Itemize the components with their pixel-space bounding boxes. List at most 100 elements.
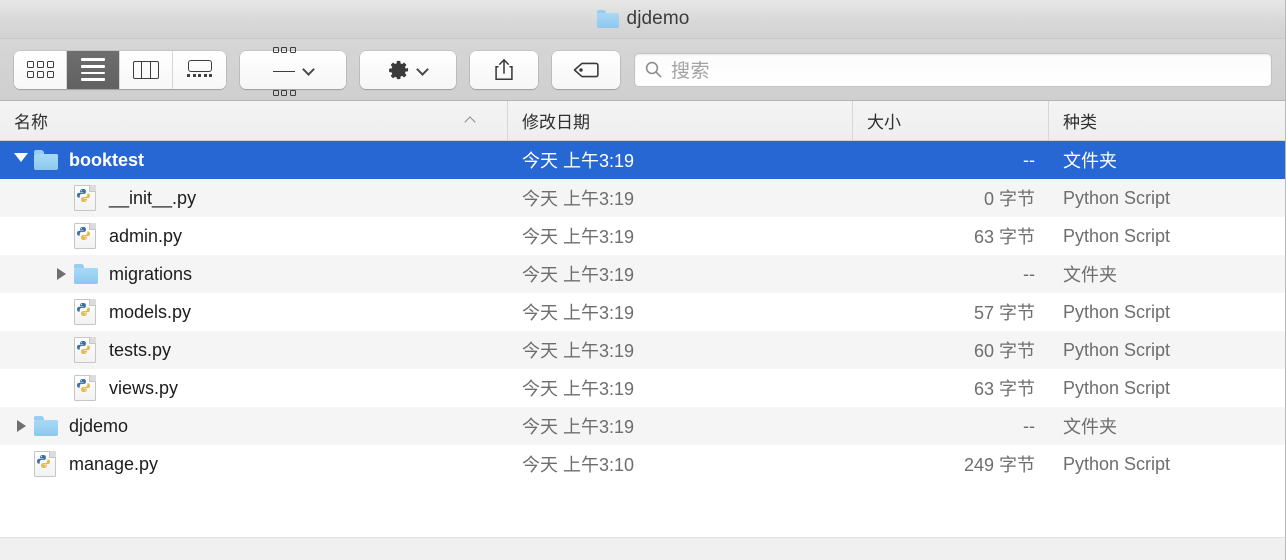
table-row[interactable]: __init__.py 今天 上午3:19 0 字节 Python Script — [0, 179, 1286, 217]
table-row[interactable]: booktest 今天 上午3:19 -- 文件夹 — [0, 141, 1286, 179]
python-file-icon — [74, 337, 96, 363]
file-size-cell: 60 字节 — [973, 341, 1035, 361]
file-name-cell: __init__.py — [0, 179, 508, 217]
folder-icon — [74, 264, 98, 284]
file-name-cell: manage.py — [0, 445, 508, 483]
file-kind-cell: 文件夹 — [1063, 151, 1117, 171]
table-row[interactable]: views.py 今天 上午3:19 63 字节 Python Script — [0, 369, 1286, 407]
folder-icon — [34, 416, 58, 436]
view-mode-gallery-button[interactable] — [173, 50, 226, 89]
file-name-label: djdemo — [69, 415, 129, 436]
chevron-right-icon — [16, 420, 26, 432]
file-kind-cell: 文件夹 — [1063, 265, 1117, 285]
file-name-cell: tests.py — [0, 331, 508, 369]
file-name-label: booktest — [69, 149, 145, 170]
grid-view-icon — [26, 61, 54, 78]
chevron-down-icon — [303, 64, 314, 75]
column-header-date[interactable]: 修改日期 — [508, 101, 853, 140]
tag-icon — [573, 62, 599, 77]
tag-button[interactable] — [552, 50, 620, 89]
finder-window: djdemo 搜索 名称 修改日期 大小 种类 booktest 今天 上午3:… — [0, 0, 1286, 560]
file-icon — [34, 147, 60, 173]
action-menu-button[interactable] — [360, 50, 456, 89]
python-file-icon — [74, 375, 96, 401]
column-header-size-label: 大小 — [867, 113, 901, 132]
view-mode-icon-button[interactable] — [14, 50, 67, 89]
column-header-size[interactable]: 大小 — [853, 101, 1049, 140]
column-header-name[interactable]: 名称 — [0, 101, 508, 140]
share-button[interactable] — [470, 50, 538, 89]
list-view-icon — [81, 58, 105, 81]
table-row[interactable]: tests.py 今天 上午3:19 60 字节 Python Script — [0, 331, 1286, 369]
file-date-cell: 今天 上午3:19 — [522, 417, 635, 437]
file-name-cell: djdemo — [0, 407, 508, 445]
chevron-down-icon — [417, 64, 428, 75]
python-file-icon — [74, 223, 96, 249]
file-icon — [74, 261, 100, 287]
python-file-icon — [34, 451, 56, 477]
disclosure-triangle[interactable] — [48, 255, 74, 293]
file-size-cell: -- — [1023, 415, 1035, 436]
view-mode-list-button[interactable] — [67, 50, 120, 89]
file-date-cell: 今天 上午3:19 — [522, 303, 635, 323]
folder-icon — [34, 150, 58, 170]
file-icon — [74, 375, 100, 401]
disclosure-triangle[interactable] — [8, 407, 34, 445]
column-header-kind[interactable]: 种类 — [1049, 101, 1286, 140]
toolbar: 搜索 — [0, 26, 1286, 101]
table-row[interactable]: djdemo 今天 上午3:19 -- 文件夹 — [0, 407, 1286, 445]
file-size-cell: -- — [1023, 149, 1035, 170]
search-input[interactable]: 搜索 — [634, 52, 1272, 87]
disclosure-triangle[interactable] — [8, 141, 34, 179]
file-size-cell: 249 字节 — [963, 455, 1035, 475]
search-icon — [645, 61, 662, 78]
column-header-kind-label: 种类 — [1063, 113, 1097, 132]
arrange-icon — [272, 26, 296, 113]
file-size-cell: -- — [1023, 263, 1035, 284]
column-header-row: 名称 修改日期 大小 种类 — [0, 101, 1286, 141]
list-empty-area[interactable] — [0, 483, 1286, 537]
file-kind-cell: Python Script — [1063, 453, 1171, 474]
file-name-label: models.py — [109, 301, 192, 322]
file-size-cell: 0 字节 — [983, 189, 1035, 209]
file-kind-cell: 文件夹 — [1063, 417, 1117, 437]
chevron-up-icon — [466, 115, 477, 126]
column-header-name-label: 名称 — [14, 113, 48, 132]
file-name-cell: migrations — [0, 255, 508, 293]
file-name-cell: admin.py — [0, 217, 508, 255]
table-row[interactable]: manage.py 今天 上午3:10 249 字节 Python Script — [0, 445, 1286, 483]
table-row[interactable]: admin.py 今天 上午3:19 63 字节 Python Script — [0, 217, 1286, 255]
column-header-date-label: 修改日期 — [522, 113, 590, 132]
folder-icon — [596, 10, 619, 28]
window-title-group: djdemo — [596, 8, 690, 30]
file-name-label: admin.py — [109, 225, 183, 246]
file-icon — [34, 451, 60, 477]
search-placeholder: 搜索 — [671, 61, 711, 82]
file-name-label: migrations — [109, 263, 193, 284]
file-kind-cell: Python Script — [1063, 225, 1171, 246]
arrange-button[interactable] — [240, 26, 346, 97]
file-name-label: tests.py — [109, 339, 172, 360]
file-date-cell: 今天 上午3:10 — [522, 455, 635, 475]
file-size-cell: 57 字节 — [973, 303, 1035, 323]
file-icon — [74, 337, 100, 363]
gallery-view-icon — [186, 59, 214, 80]
file-date-cell: 今天 上午3:19 — [522, 227, 635, 247]
file-date-cell: 今天 上午3:19 — [522, 151, 635, 171]
python-file-icon — [74, 299, 96, 325]
view-mode-segmented-control[interactable] — [14, 50, 226, 89]
file-list[interactable]: booktest 今天 上午3:19 -- 文件夹 __init__.py 今天 上午3:… — [0, 141, 1286, 537]
view-mode-column-button[interactable] — [120, 50, 173, 89]
file-size-cell: 63 字节 — [973, 379, 1035, 399]
file-date-cell: 今天 上午3:19 — [522, 379, 635, 399]
window-bottom-strip — [0, 537, 1286, 560]
table-row[interactable]: migrations 今天 上午3:19 -- 文件夹 — [0, 255, 1286, 293]
file-date-cell: 今天 上午3:19 — [522, 189, 635, 209]
file-kind-cell: Python Script — [1063, 339, 1171, 360]
table-row[interactable]: models.py 今天 上午3:19 57 字节 Python Script — [0, 293, 1286, 331]
window-titlebar: djdemo — [0, 0, 1286, 39]
